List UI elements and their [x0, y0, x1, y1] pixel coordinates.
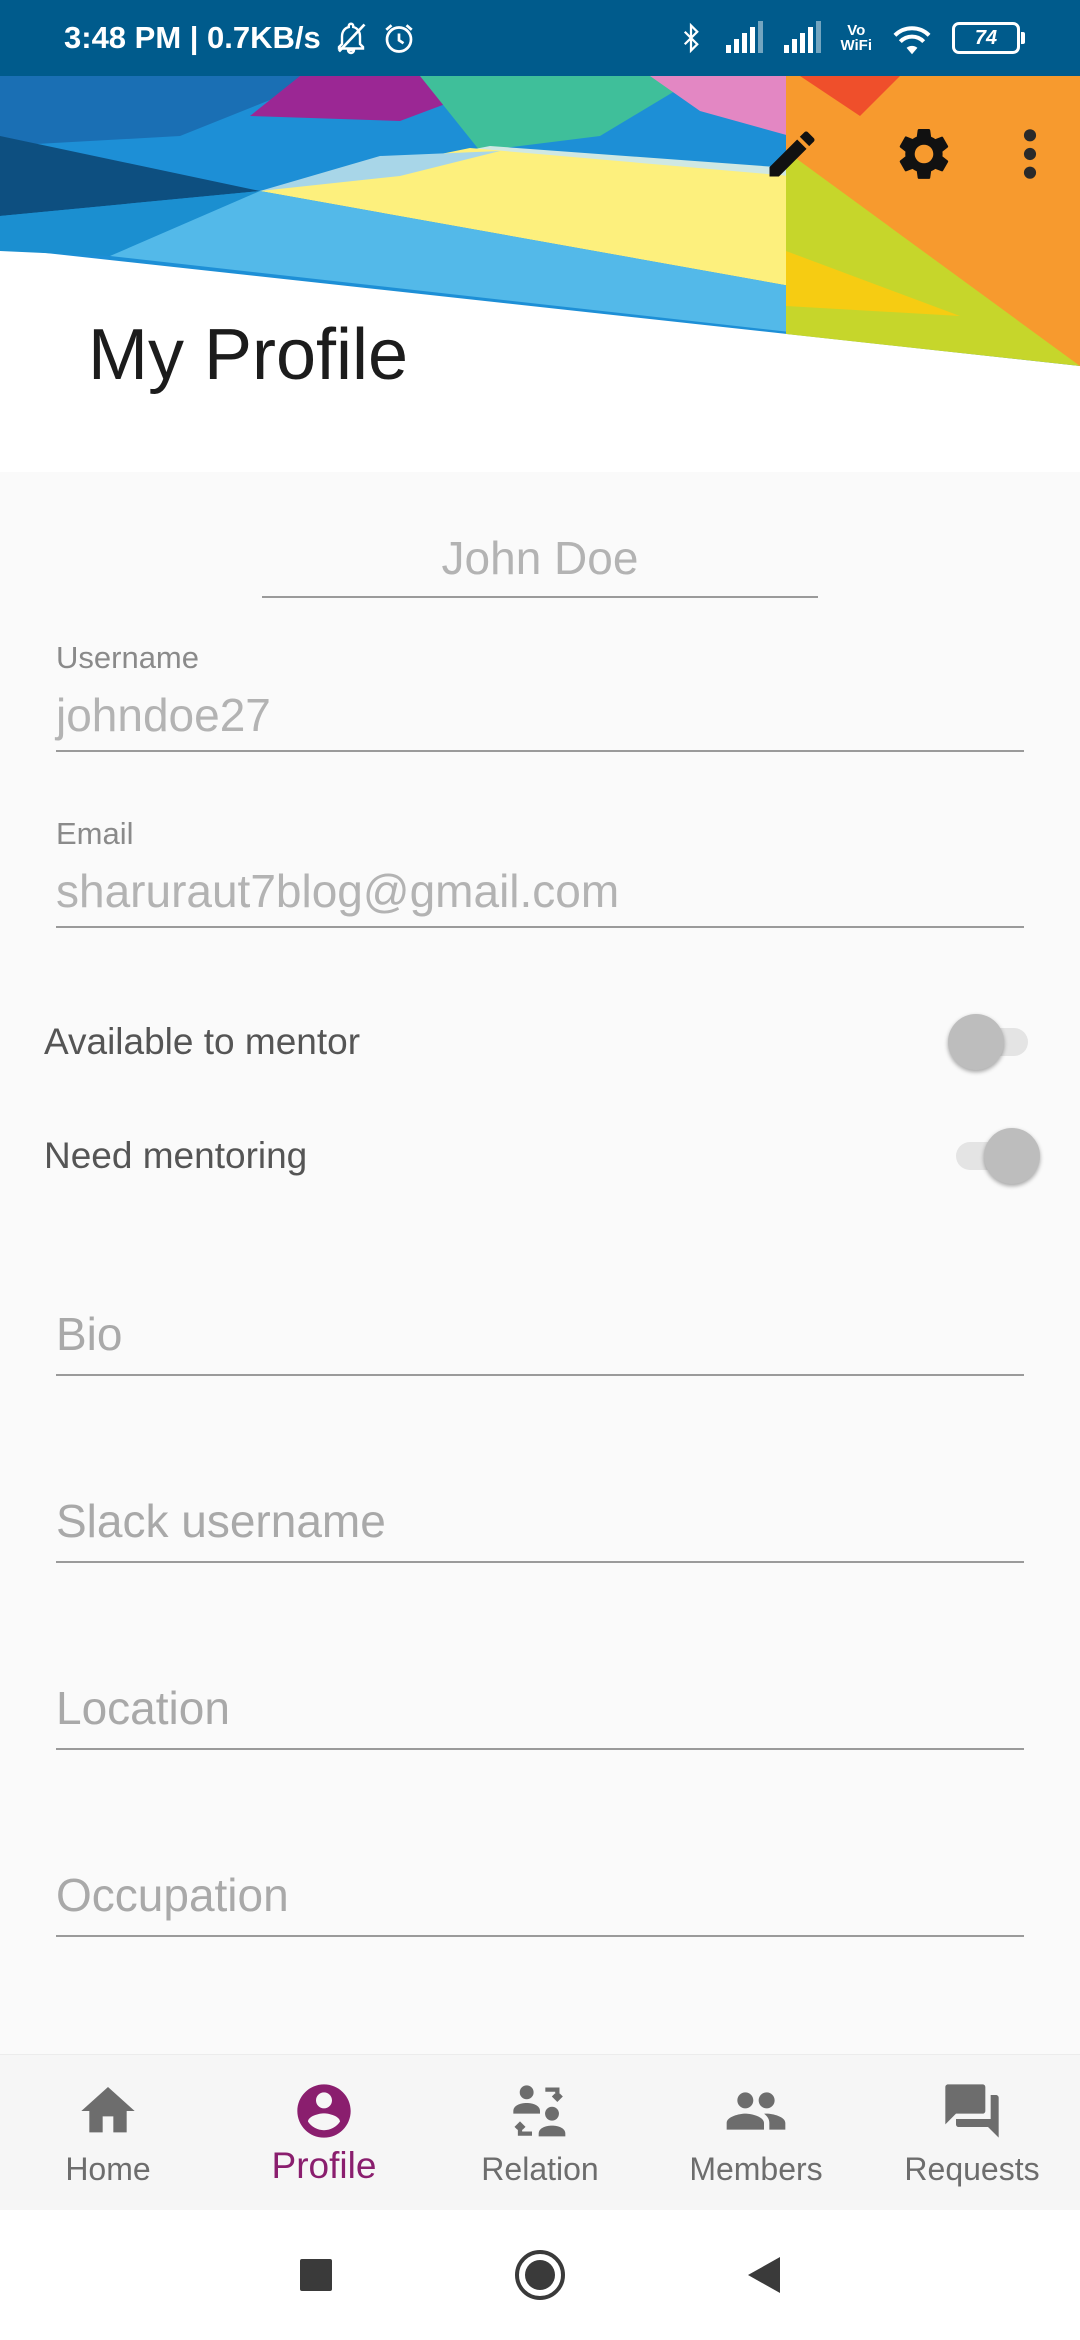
username-label: Username: [56, 640, 199, 675]
nav-profile-label: Profile: [271, 2145, 377, 2186]
status-right: Vo WiFi 74: [676, 0, 1025, 76]
edit-profile-button[interactable]: [752, 114, 832, 194]
gear-icon: [899, 128, 949, 179]
nav-relation[interactable]: Relation: [432, 2055, 648, 2211]
slack-username-input[interactable]: Slack username: [56, 1481, 1024, 1563]
vowifi-bottom: WiFi: [840, 37, 872, 54]
back-triangle-icon: [748, 2257, 780, 2293]
battery-level: 74: [974, 26, 998, 49]
email-label: Email: [56, 816, 134, 851]
alarm-icon: [385, 24, 413, 53]
home-system-button[interactable]: [500, 2235, 580, 2315]
nav-home-label: Home: [65, 2151, 151, 2187]
system-navigation-bar: [0, 2210, 1080, 2340]
bluetooth-icon: [684, 22, 700, 54]
nav-members[interactable]: Members: [648, 2055, 864, 2211]
need-mentoring-switch[interactable]: [948, 1121, 1040, 1191]
name-field[interactable]: John Doe: [262, 520, 818, 598]
header-actions: [752, 120, 1080, 188]
location-input[interactable]: Location: [56, 1668, 1024, 1750]
switch-thumb: [984, 1128, 1040, 1184]
occupation-input[interactable]: Occupation: [56, 1855, 1024, 1937]
available-to-mentor-row: Available to mentor: [44, 1002, 1036, 1082]
battery-icon: 74: [952, 22, 1025, 54]
square-icon: [300, 2259, 332, 2291]
recents-button[interactable]: [276, 2235, 356, 2315]
forum-icon: [945, 2084, 999, 2138]
more-options-button[interactable]: [1002, 114, 1058, 194]
email-value: sharuraut7blog@gmail.com: [56, 856, 1024, 928]
nav-home[interactable]: Home: [0, 2055, 216, 2211]
nav-requests[interactable]: Requests: [864, 2055, 1080, 2211]
vowifi-top: Vo: [847, 22, 866, 39]
status-time-speed: 3:48 PM | 0.7KB/s: [64, 20, 321, 55]
need-mentoring-label: Need mentoring: [44, 1135, 308, 1176]
nav-relation-label: Relation: [481, 2151, 599, 2187]
pencil-icon: [769, 131, 815, 177]
home-icon: [81, 2087, 135, 2133]
circle-icon: [515, 2250, 565, 2300]
available-to-mentor-switch[interactable]: [948, 1007, 1036, 1077]
need-mentoring-row: Need mentoring: [44, 1116, 1040, 1196]
username-value: johndoe27: [56, 680, 1024, 752]
bio-input[interactable]: Bio: [56, 1294, 1024, 1376]
group-icon: [726, 2092, 786, 2130]
username-field[interactable]: Username johndoe27: [56, 640, 1024, 752]
vowifi-indicator: Vo WiFi: [840, 23, 872, 53]
bottom-navigation: Home Profile Relation Members Requests: [0, 2054, 1080, 2211]
settings-button[interactable]: [884, 114, 964, 194]
page-title: My Profile: [88, 315, 409, 395]
wifi-icon: [893, 26, 931, 55]
available-to-mentor-label: Available to mentor: [44, 1021, 361, 1062]
back-button[interactable]: [724, 2235, 804, 2315]
nav-profile[interactable]: Profile: [216, 2055, 432, 2211]
nav-members-label: Members: [689, 2151, 823, 2187]
email-field[interactable]: Email sharuraut7blog@gmail.com: [56, 816, 1024, 928]
mute-notification-icon: [337, 22, 366, 55]
relation-icon: [513, 2085, 566, 2137]
more-vert-icon: [1023, 129, 1037, 179]
switch-thumb: [948, 1014, 1004, 1070]
account-circle-icon: [297, 2084, 351, 2138]
nav-requests-label: Requests: [904, 2151, 1040, 2187]
status-bar: 3:48 PM | 0.7KB/s Vo WiFi 74: [0, 0, 1080, 76]
profile-header: My Profile: [0, 76, 1080, 472]
status-left: 3:48 PM | 0.7KB/s: [64, 0, 417, 76]
signal-icon: [726, 21, 764, 53]
signal-icon: [784, 21, 822, 53]
